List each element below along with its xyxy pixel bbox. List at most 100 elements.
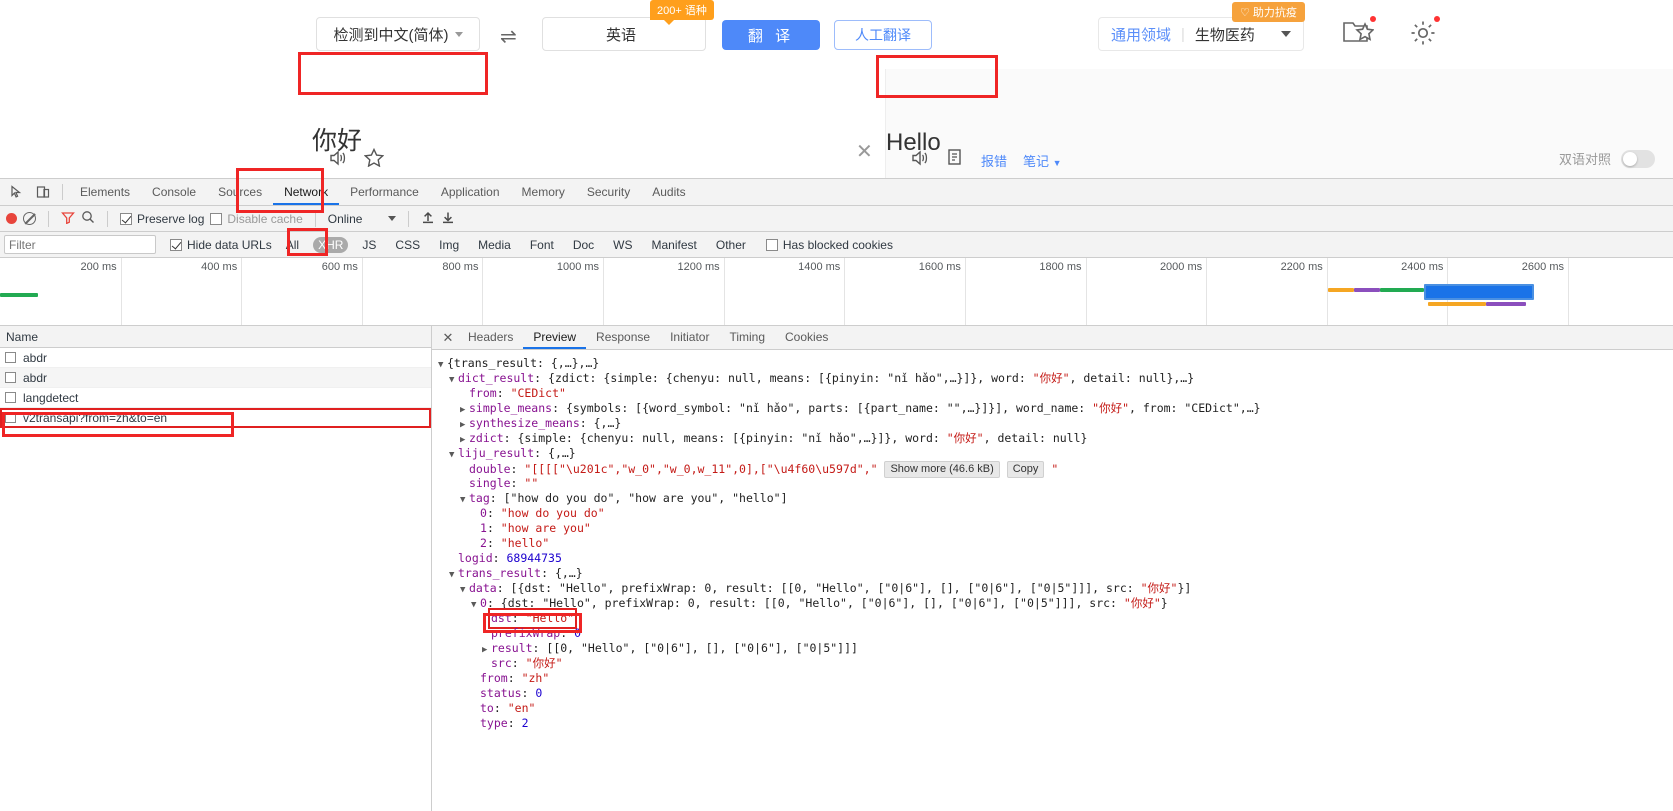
chip-font[interactable]: Font [525, 237, 559, 253]
detail-tab-timing[interactable]: Timing [719, 326, 775, 349]
tab-elements[interactable]: Elements [69, 179, 141, 205]
clear-source-icon[interactable]: ✕ [856, 139, 873, 164]
gear-icon[interactable] [1408, 16, 1440, 53]
json-line[interactable]: ▶type: 2 [438, 716, 1673, 731]
show-more-button[interactable]: Show more (46.6 kB) [884, 461, 1000, 478]
json-line[interactable]: ▶ synthesize_means: {,…} [438, 416, 1673, 431]
swap-languages-icon[interactable]: ⇌ [500, 24, 517, 49]
tab-network[interactable]: Network [273, 179, 339, 205]
request-row[interactable]: v2transapi?from=zh&to=en [0, 408, 431, 428]
chip-css[interactable]: CSS [390, 237, 425, 253]
collection-folder-icon[interactable] [1342, 16, 1376, 51]
has-blocked-cookies-checkbox[interactable] [765, 238, 778, 251]
tab-application[interactable]: Application [430, 179, 511, 205]
json-line[interactable]: ▶dst: "Hello" [438, 608, 1673, 629]
filter-input[interactable] [4, 235, 156, 254]
detail-tab-headers[interactable]: Headers [458, 326, 523, 349]
json-line[interactable]: ▶double: "[[[["\u201c","w_0","w_0,w_11",… [438, 461, 1673, 478]
chip-js[interactable]: JS [357, 237, 381, 253]
target-language-select[interactable]: 英语 [542, 17, 706, 51]
filter-icon[interactable] [61, 211, 75, 227]
report-error-link[interactable]: 报错 [981, 151, 1007, 170]
json-line[interactable]: ▶logid: 68944735 [438, 551, 1673, 566]
json-line[interactable]: ▶prefixWrap: 0 [438, 626, 1673, 641]
request-row-checkbox[interactable] [5, 412, 16, 423]
expand-arrow-open-icon[interactable]: ▼ [438, 358, 447, 373]
chip-manifest[interactable]: Manifest [647, 237, 702, 253]
json-line[interactable]: ▶1: "how are you" [438, 521, 1673, 536]
search-icon[interactable] [81, 210, 95, 227]
request-row[interactable]: abdr [0, 348, 431, 368]
json-line[interactable]: ▶single: "" [438, 476, 1673, 491]
detail-tab-response[interactable]: Response [586, 326, 660, 349]
tab-console[interactable]: Console [141, 179, 207, 205]
disable-cache-toggle[interactable]: Disable cache [210, 212, 303, 226]
expand-arrow-open-icon[interactable]: ▼ [449, 448, 458, 463]
chip-other[interactable]: Other [711, 237, 751, 253]
has-blocked-cookies-toggle[interactable]: Has blocked cookies [765, 238, 893, 252]
favorite-star-icon[interactable] [363, 147, 385, 172]
detail-tab-initiator[interactable]: Initiator [660, 326, 719, 349]
chip-doc[interactable]: Doc [568, 237, 599, 253]
preserve-log-checkbox[interactable] [120, 212, 132, 225]
json-line[interactable]: ▼ dict_result: {zdict: {simple: {chenyu: … [438, 371, 1673, 386]
translate-button[interactable]: 翻 译 [722, 20, 820, 50]
toggle-device-toolbar-icon[interactable] [30, 180, 56, 204]
json-line[interactable]: ▶from: "zh" [438, 671, 1673, 686]
export-har-icon[interactable] [441, 210, 455, 227]
json-line[interactable]: ▶from: "CEDict" [438, 386, 1673, 401]
inspect-element-icon[interactable] [4, 180, 30, 204]
speaker-icon[interactable] [328, 149, 348, 172]
copy-button[interactable]: Copy [1006, 461, 1045, 478]
json-line[interactable]: ▶ simple_means: {symbols: [{word_symbol: … [438, 401, 1673, 416]
request-row[interactable]: langdetect [0, 388, 431, 408]
json-line[interactable]: ▼ liju_result: {,…} [438, 446, 1673, 461]
json-line[interactable]: ▶0: "how do you do" [438, 506, 1673, 521]
bilingual-toggle-group[interactable]: 双语对照 [1559, 149, 1655, 168]
chip-media[interactable]: Media [473, 237, 516, 253]
chip-img[interactable]: Img [434, 237, 464, 253]
disable-cache-checkbox[interactable] [210, 212, 223, 225]
request-row-checkbox[interactable] [5, 372, 16, 383]
expand-arrow-open-icon[interactable]: ▼ [471, 598, 480, 613]
json-line[interactable]: ▼ 0: {dst: "Hello", prefixWrap: 0, result… [438, 596, 1673, 611]
request-row[interactable]: abdr [0, 368, 431, 388]
request-row-checkbox[interactable] [5, 352, 16, 363]
close-icon[interactable]: ✕ [438, 330, 458, 346]
expand-arrow-open-icon[interactable]: ▼ [460, 493, 469, 508]
bilingual-toggle[interactable] [1621, 149, 1655, 168]
expand-arrow-open-icon[interactable]: ▼ [449, 568, 458, 583]
network-timeline-overview[interactable]: 200 ms 400 ms 600 ms 800 ms 1000 ms 1200 ms 14… [0, 258, 1673, 326]
tab-memory[interactable]: Memory [511, 179, 576, 205]
import-har-icon[interactable] [421, 210, 435, 227]
detail-tab-cookies[interactable]: Cookies [775, 326, 838, 349]
domain-select[interactable]: 通用领域 | 生物医药 [1098, 17, 1304, 51]
record-icon[interactable] [6, 213, 17, 224]
manual-translate-button[interactable]: 人工翻译 [834, 20, 932, 50]
chip-xhr[interactable]: XHR [313, 236, 349, 253]
request-row-checkbox[interactable] [5, 392, 16, 403]
expand-arrow-open-icon[interactable]: ▼ [449, 373, 458, 388]
preserve-log-toggle[interactable]: Preserve log [120, 212, 204, 226]
json-line[interactable]: ▼ trans_result: {,…} [438, 566, 1673, 581]
tab-sources[interactable]: Sources [207, 179, 273, 205]
json-line[interactable]: ▶to: "en" [438, 701, 1673, 716]
json-line[interactable]: ▶src: "你好" [438, 656, 1673, 671]
json-line[interactable]: ▼ {trans_result: {,…},…} [438, 356, 1673, 371]
detail-tab-preview[interactable]: Preview [523, 326, 586, 349]
json-line[interactable]: ▶ result: [[0, "Hello", ["0|6"], [], ["0|… [438, 641, 1673, 656]
chip-all[interactable]: All [281, 237, 304, 253]
copy-icon[interactable] [946, 148, 965, 172]
json-line[interactable]: ▶ zdict: {simple: {chenyu: null, means: [… [438, 431, 1673, 446]
hide-data-urls-toggle[interactable]: Hide data URLs [170, 238, 272, 252]
clear-icon[interactable] [23, 212, 36, 225]
source-language-select[interactable]: 检测到中文(简体) [316, 17, 480, 51]
throttling-select[interactable]: Online [328, 212, 397, 226]
json-line[interactable]: ▶status: 0 [438, 686, 1673, 701]
notes-link[interactable]: 笔记 ▼ [1023, 151, 1062, 170]
speaker-icon[interactable] [910, 149, 930, 172]
json-line[interactable]: ▼ data: [{dst: "Hello", prefixWrap: 0, re… [438, 581, 1673, 596]
expand-arrow-open-icon[interactable]: ▼ [460, 583, 469, 598]
json-line[interactable]: ▼ tag: ["how do you do", "how are you", "… [438, 491, 1673, 506]
hide-data-urls-checkbox[interactable] [170, 238, 182, 251]
